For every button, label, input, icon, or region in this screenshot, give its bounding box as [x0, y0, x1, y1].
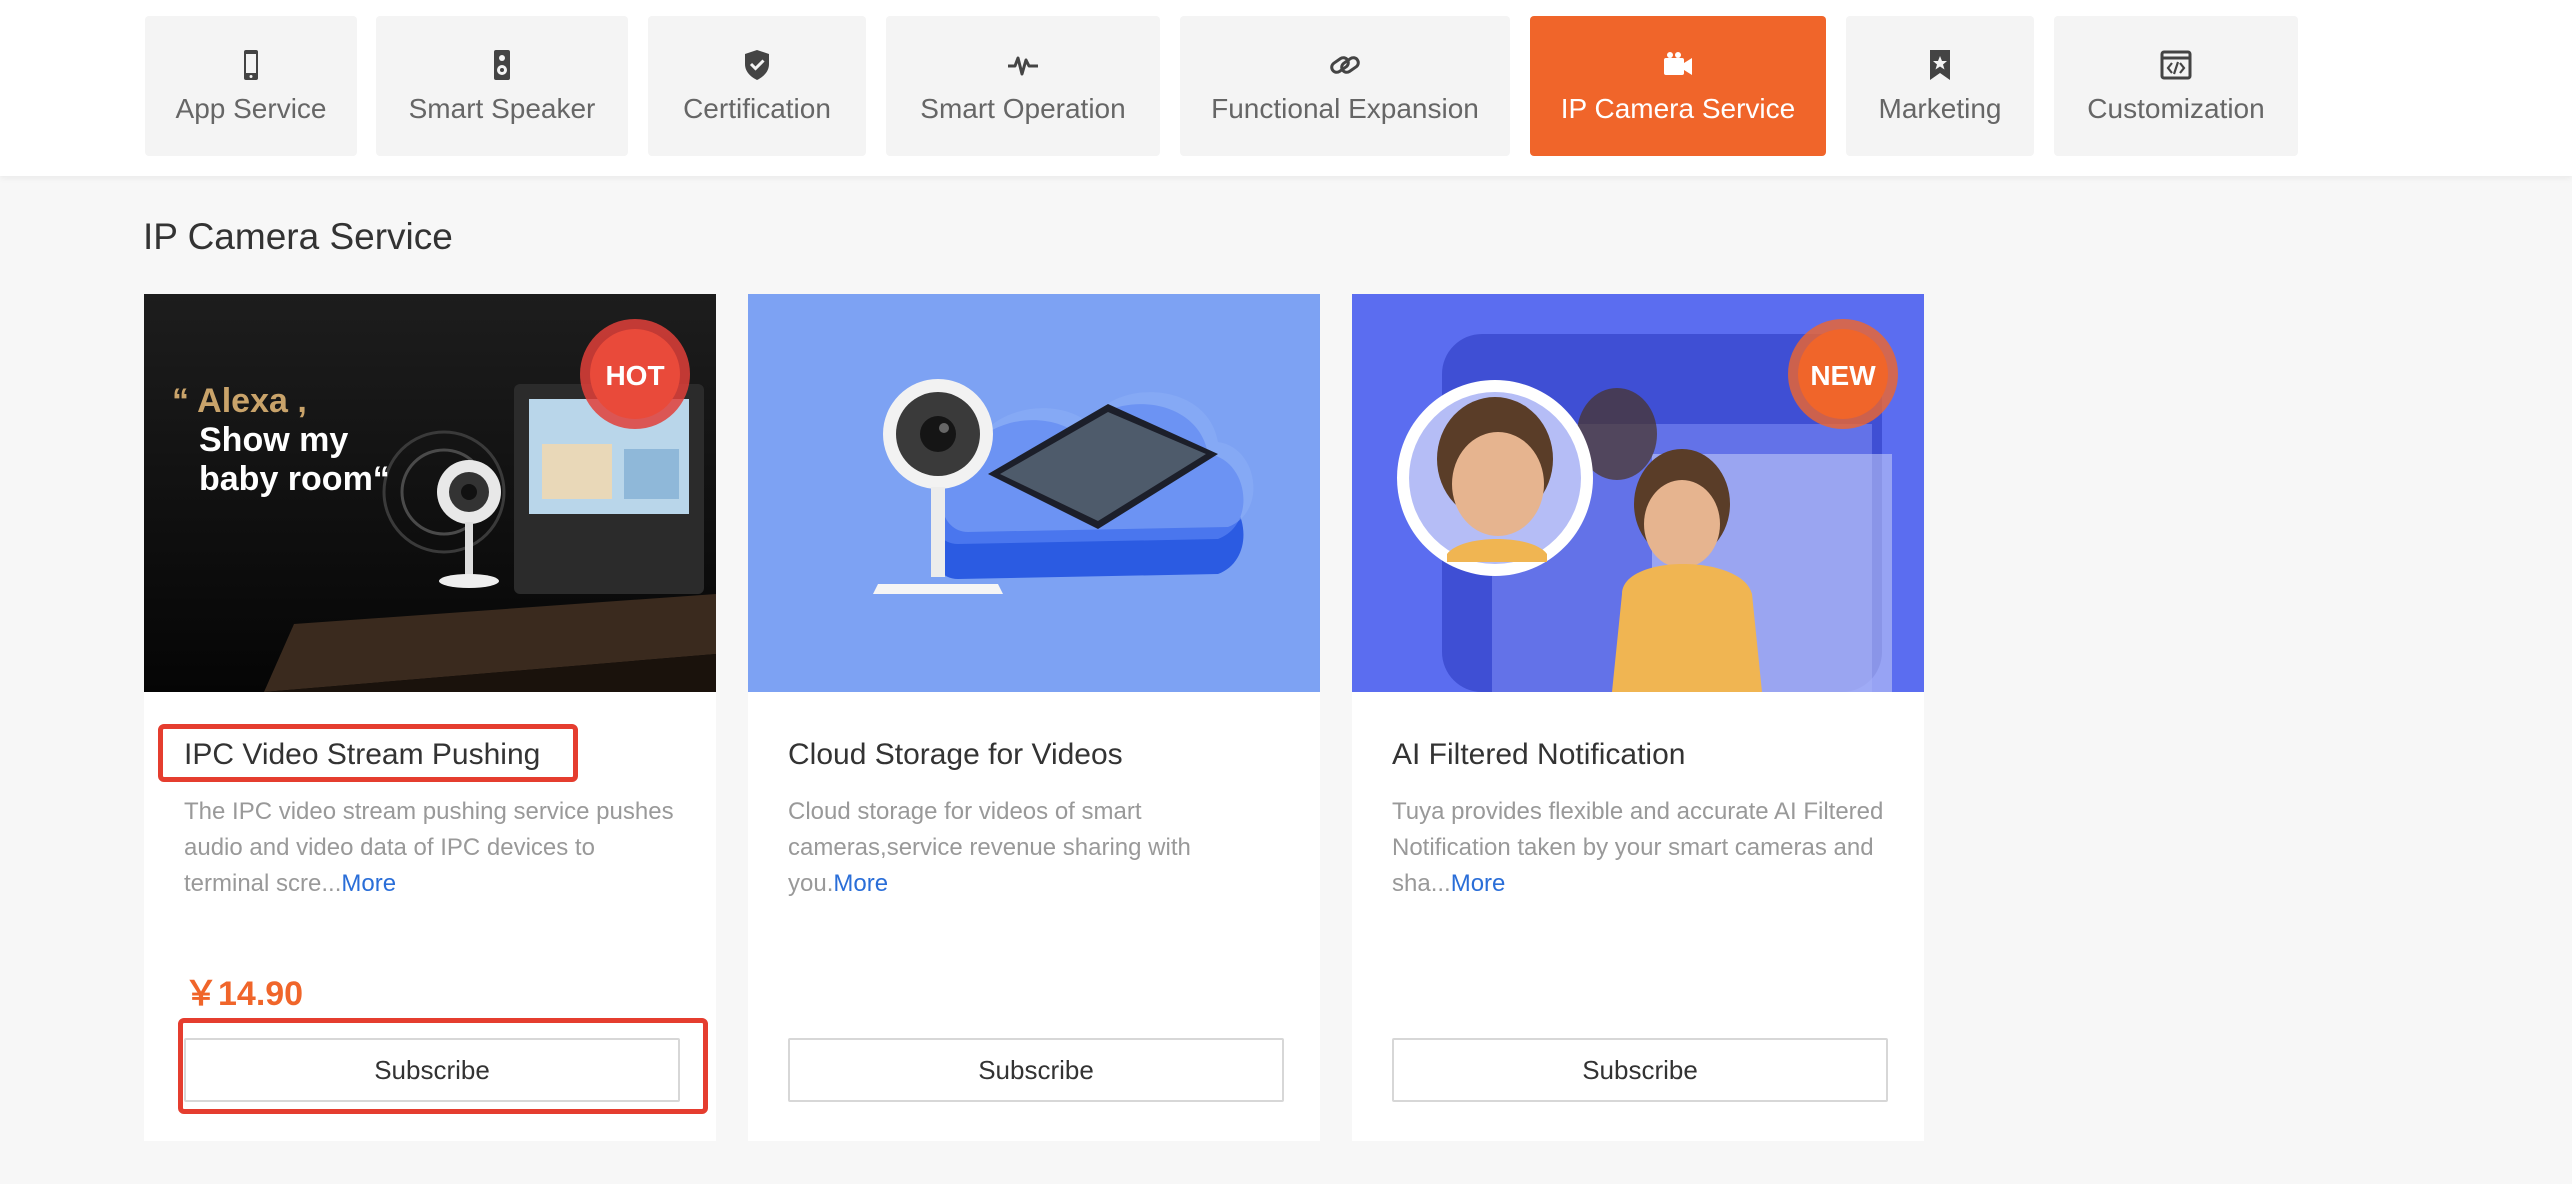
subscribe-button[interactable]: Subscribe — [1392, 1038, 1888, 1102]
card-image: “ Alexa , Show my baby room“ HOT — [144, 294, 716, 692]
image-text-line2: Show my — [199, 421, 348, 459]
card-description: Tuya provides flexible and accurate AI F… — [1392, 798, 1884, 897]
card-description: The IPC video stream pushing service pus… — [184, 798, 674, 897]
tab-label: Customization — [2087, 93, 2265, 124]
tab-marketing[interactable]: Marketing — [1846, 16, 2034, 156]
image-text-line1: “ Alexa , — [172, 382, 307, 420]
tab-label: IP Camera Service — [1560, 93, 1796, 124]
tab-ip-camera-service[interactable]: IP Camera Service — [1530, 16, 1826, 156]
pulse-icon — [1005, 47, 1041, 83]
phone-icon — [233, 47, 269, 83]
card-image — [748, 294, 1320, 692]
code-window-icon — [2158, 47, 2194, 83]
link-icon — [1327, 47, 1363, 83]
service-card-ipc-video-stream: “ Alexa , Show my baby room“ HOT IPC Vid… — [144, 294, 716, 1141]
subscribe-button[interactable]: Subscribe — [788, 1038, 1284, 1102]
more-link[interactable]: More — [341, 870, 396, 897]
service-card-ai-filtered-notification: NEW AI Filtered Notification Tuya provid… — [1352, 294, 1924, 1141]
more-link[interactable]: More — [1451, 870, 1506, 897]
category-tab-bar: App Service Smart Speaker Certification … — [0, 0, 2572, 176]
video-camera-icon — [1660, 47, 1696, 83]
hot-badge: HOT — [580, 319, 690, 429]
tab-label: Marketing — [1878, 93, 2002, 124]
tab-label: App Service — [175, 93, 327, 124]
tab-app-service[interactable]: App Service — [145, 16, 357, 156]
section-title: IP Camera Service — [143, 216, 453, 257]
shield-check-icon — [739, 47, 775, 83]
tab-label: Smart Operation — [920, 93, 1126, 124]
tab-label: Smart Speaker — [408, 93, 596, 124]
card-image: NEW — [1352, 294, 1924, 692]
tab-label: Certification — [683, 93, 831, 124]
card-description: Cloud storage for videos of smart camera… — [788, 798, 1191, 897]
image-text-line3: baby room“ — [199, 460, 390, 498]
card-title: AI Filtered Notification — [1392, 738, 1686, 771]
tab-certification[interactable]: Certification — [648, 16, 866, 156]
tab-smart-operation[interactable]: Smart Operation — [886, 16, 1160, 156]
bookmark-star-icon — [1922, 47, 1958, 83]
badge-label: NEW — [1810, 360, 1876, 391]
new-badge: NEW — [1788, 319, 1898, 429]
subscribe-button[interactable]: Subscribe — [184, 1038, 680, 1102]
tab-label: Functional Expansion — [1211, 93, 1479, 124]
badge-label: HOT — [605, 360, 664, 391]
tab-customization[interactable]: Customization — [2054, 16, 2298, 156]
service-card-cloud-storage: Cloud Storage for Videos Cloud storage f… — [748, 294, 1320, 1141]
tab-functional-expansion[interactable]: Functional Expansion — [1180, 16, 1510, 156]
tab-smart-speaker[interactable]: Smart Speaker — [376, 16, 628, 156]
speaker-icon — [484, 47, 520, 83]
more-link[interactable]: More — [833, 870, 888, 897]
card-title: Cloud Storage for Videos — [788, 738, 1123, 771]
card-title: IPC Video Stream Pushing — [184, 738, 541, 771]
price: ￥14.90 — [184, 975, 304, 1013]
